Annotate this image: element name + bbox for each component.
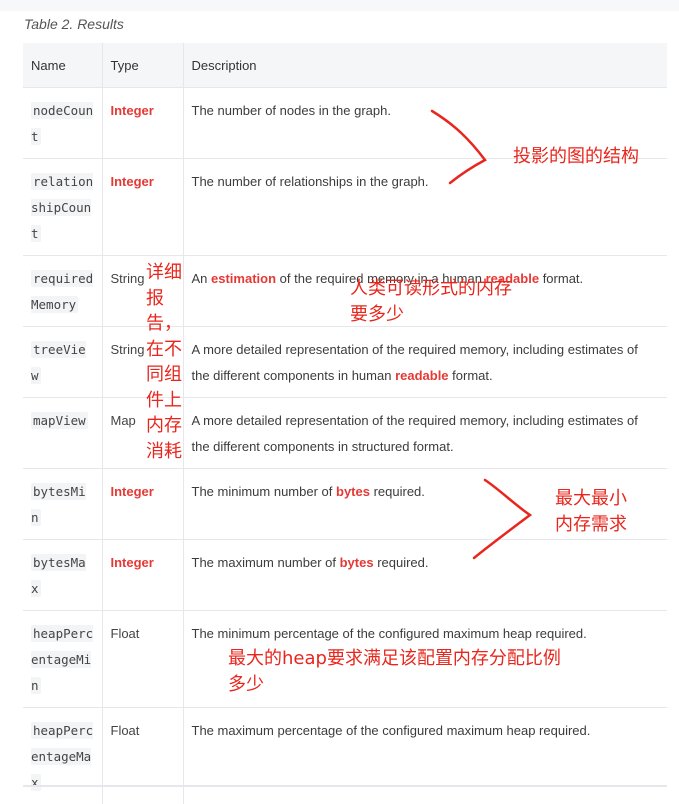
annotation-detailed-report: 详细报告，在不同组件上内存消耗 [146, 260, 190, 464]
field-name-code: relationshipCount [31, 173, 93, 242]
cell-name: heapPercentageMax [23, 708, 102, 804]
annotation-graph-structure: 投影的图的结构 [513, 145, 639, 169]
description-text: A more detailed representation of the re… [192, 413, 638, 454]
annotation-human-readable-line1: 人类可读形式的内存 [350, 277, 512, 301]
type-label: String [111, 342, 145, 357]
cell-name: mapView [23, 398, 102, 469]
column-header-type: Type [102, 43, 183, 88]
type-label: Map [111, 413, 136, 428]
cell-name: heapPercentageMin [23, 611, 102, 708]
cell-type: Integer [102, 88, 183, 159]
top-border [0, 0, 679, 11]
description-highlight: bytes [340, 555, 374, 570]
column-header-description: Description [183, 43, 667, 88]
field-name-code: bytesMin [31, 483, 86, 526]
field-name-code: bytesMax [31, 554, 86, 597]
annotation-human-readable-line2: 要多少 [350, 303, 404, 327]
cell-name: requiredMemory [23, 256, 102, 327]
cell-name: nodeCount [23, 88, 102, 159]
type-label: Float [111, 723, 140, 738]
description-text: The maximum percentage of the configured… [192, 723, 591, 738]
description-highlight: estimation [211, 271, 276, 286]
table-row: heapPercentageMax Float The maximum percen… [23, 708, 667, 804]
field-name-code: treeView [31, 341, 86, 384]
field-name-code: heapPercentageMax [31, 722, 93, 791]
annotation-heap-line2: 多少 [228, 673, 264, 697]
cell-description: The number of relationships in the graph… [183, 159, 667, 256]
table-row: requiredMemoryStringAn estimation of the… [23, 256, 667, 327]
description-text: format. [449, 368, 493, 383]
cell-type: Integer [102, 159, 183, 256]
type-label: Integer [111, 555, 154, 570]
cell-name: relationshipCount [23, 159, 102, 256]
cell-description: A more detailed representation of the re… [183, 398, 667, 469]
cell-type: Integer [102, 469, 183, 540]
table-caption: Table 2. Results [24, 16, 124, 32]
field-name-code: heapPercentageMin [31, 625, 93, 694]
annotation-min-max-line1: 最大最小 [555, 487, 627, 511]
description-text: The minimum number of [192, 484, 337, 499]
cell-type: Float [102, 708, 183, 804]
table-bottom-border [23, 785, 667, 787]
type-label: Integer [111, 103, 154, 118]
cell-name: treeView [23, 327, 102, 398]
field-name-code: mapView [31, 412, 88, 429]
cell-name: bytesMin [23, 469, 102, 540]
cell-description: A more detailed representation of the re… [183, 327, 667, 398]
type-label: String [111, 271, 145, 286]
type-label: Integer [111, 484, 154, 499]
description-text: required. [374, 555, 429, 570]
type-label: Integer [111, 174, 154, 189]
column-header-name: Name [23, 43, 102, 88]
table-row: bytesMax Integer The maximum number of byt… [23, 540, 667, 611]
description-text: The maximum number of [192, 555, 340, 570]
field-name-code: nodeCount [31, 102, 93, 145]
annotation-heap-line1: 最大的heap要求满足该配置内存分配比例 [228, 647, 561, 671]
annotation-min-max-line2: 内存需求 [555, 513, 627, 537]
field-name-code: requiredMemory [31, 270, 93, 313]
table-row: treeView String A more detailed representa… [23, 327, 667, 398]
cell-description: The maximum number of bytes required. [183, 540, 667, 611]
type-label: Float [111, 626, 140, 641]
description-text: The minimum percentage of the configured… [192, 626, 587, 641]
description-text: The number of nodes in the graph. [192, 103, 391, 118]
cell-name: bytesMax [23, 540, 102, 611]
description-highlight: readable [395, 368, 448, 383]
description-highlight: bytes [336, 484, 370, 499]
description-text: An [192, 271, 212, 286]
cell-type: Float [102, 611, 183, 708]
cell-description: The maximum percentage of the configured… [183, 708, 667, 804]
description-text: The number of relationships in the graph… [192, 174, 429, 189]
table-row: mapView Map A more detailed representation… [23, 398, 667, 469]
cell-type: Integer [102, 540, 183, 611]
table-header-row: Name Type Description [23, 43, 667, 88]
description-text: format. [539, 271, 583, 286]
description-text: required. [370, 484, 425, 499]
table-row: relationshipCount Integer The number of re… [23, 159, 667, 256]
